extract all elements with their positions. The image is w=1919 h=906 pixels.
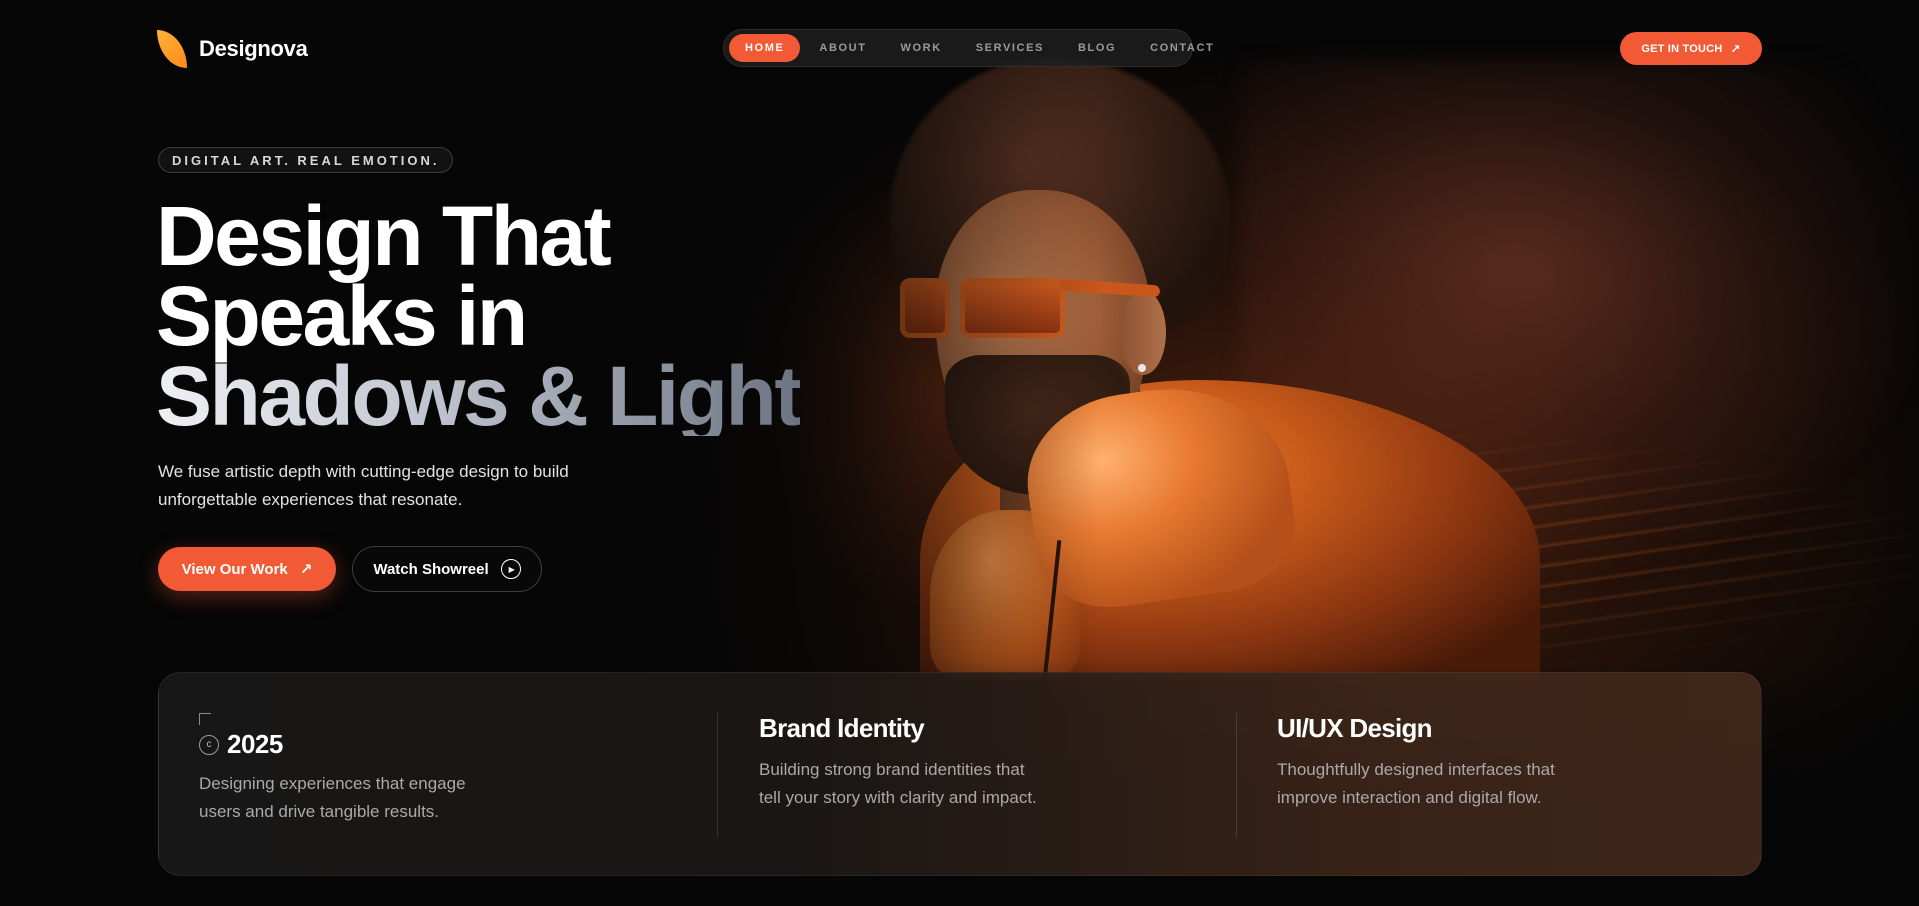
view-our-work-label: View Our Work xyxy=(181,560,288,578)
landing-page: Designova HOME ABOUT WORK SERVICES BLOG … xyxy=(0,0,1919,906)
feature-ui-ux-design: UI/UX Design Thoughtfully designed inter… xyxy=(1277,713,1577,812)
watch-showreel-button[interactable]: Watch Showreel ▶ xyxy=(352,546,542,592)
feature-title: UI/UX Design xyxy=(1277,713,1433,743)
services-summary-card: c 2025 Designing experiences that engage… xyxy=(158,672,1762,876)
nav-item-services[interactable]: SERVICES xyxy=(961,34,1059,62)
column-divider xyxy=(717,713,718,837)
headline-line-3: Shadows & Light xyxy=(156,349,802,443)
year-row: c 2025 xyxy=(199,729,283,760)
corner-bracket-icon xyxy=(199,713,211,725)
view-our-work-button[interactable]: View Our Work ↗ xyxy=(158,547,336,591)
feature-description: Thoughtfully designed interfaces that im… xyxy=(1277,760,1555,807)
main-nav: HOME ABOUT WORK SERVICES BLOG CONTACT xyxy=(723,29,1213,67)
copyright-icon: c xyxy=(199,734,219,755)
year-description: Designing experiences that engage users … xyxy=(199,774,466,821)
nav-item-work[interactable]: WORK xyxy=(886,34,957,62)
feature-title: Brand Identity xyxy=(759,713,925,743)
hero-tagline: DIGITAL ART. REAL EMOTION. xyxy=(158,147,454,173)
hero-headline: Design That Speaks in Shadows & Light xyxy=(156,189,802,443)
get-in-touch-label: GET IN TOUCH xyxy=(1641,42,1723,55)
watch-showreel-label: Watch Showreel xyxy=(373,560,489,578)
brand-logo[interactable]: Designova xyxy=(157,30,308,68)
year-value: 2025 xyxy=(227,729,283,759)
feature-brand-identity: Brand Identity Building strong brand ide… xyxy=(759,713,1059,812)
arrow-up-right-icon: ↗ xyxy=(1730,41,1741,56)
brand-name: Designova xyxy=(199,36,308,61)
arrow-up-right-icon: ↗ xyxy=(299,561,313,578)
nav-item-contact[interactable]: CONTACT xyxy=(1135,34,1229,62)
headline-line-2: Speaks in xyxy=(156,269,528,363)
nav-item-home[interactable]: HOME xyxy=(729,34,801,62)
get-in-touch-button[interactable]: GET IN TOUCH ↗ xyxy=(1620,32,1762,65)
leaf-logo-icon xyxy=(157,30,187,68)
headline-line-1: Design That xyxy=(156,189,612,283)
hero-subtext: We fuse artistic depth with cutting-edge… xyxy=(158,462,569,509)
feature-description: Building strong brand identities that te… xyxy=(759,760,1037,807)
play-icon: ▶ xyxy=(500,559,521,579)
column-divider xyxy=(1236,713,1237,837)
nav-item-blog[interactable]: BLOG xyxy=(1063,34,1131,62)
nav-item-about[interactable]: ABOUT xyxy=(804,34,881,62)
